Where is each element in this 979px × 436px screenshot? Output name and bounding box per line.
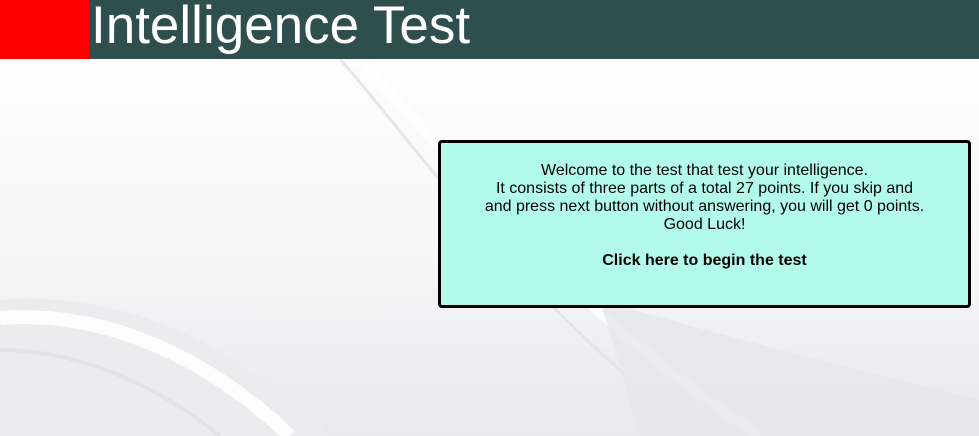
header-bar: Intelligence Test [0,0,979,59]
begin-test-link[interactable]: Click here to begin the test [602,252,806,270]
welcome-line: Good Luck! [663,216,746,233]
welcome-message: Welcome to the test that test your intel… [441,162,968,234]
welcome-line: It consists of three parts of a total 27… [495,180,914,197]
page-title: Intelligence Test [91,0,471,55]
welcome-line: Welcome to the test that test your intel… [541,162,868,179]
welcome-box: Welcome to the test that test your intel… [438,140,971,308]
header-accent-block [0,0,89,59]
welcome-line: and press next button without answering,… [484,198,925,215]
